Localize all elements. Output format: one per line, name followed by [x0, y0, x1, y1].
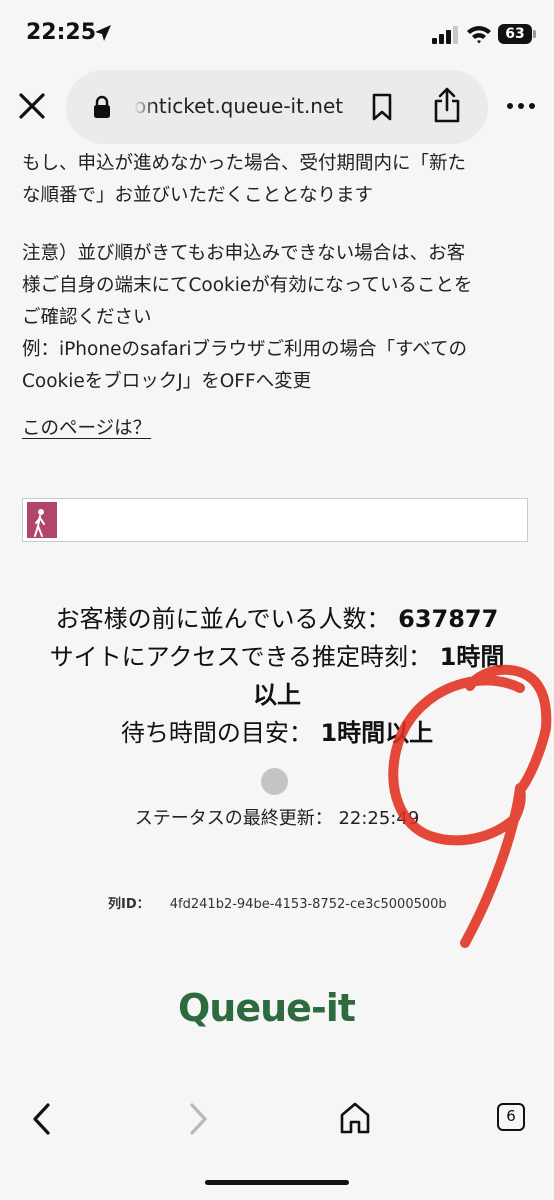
share-icon[interactable] — [432, 86, 462, 124]
lock-icon — [94, 95, 110, 118]
more-icon[interactable] — [506, 102, 536, 110]
notice-line: 例：iPhoneのsafariブラウザご利用の場合「すべての — [22, 339, 467, 360]
queue-id: 列ID： 4fd241b2-94be-4153-8752-ce3c5000500… — [108, 893, 447, 912]
wait-time-value: 1時間以上 — [320, 719, 434, 747]
forward-icon[interactable] — [186, 1101, 210, 1137]
bookmark-icon[interactable] — [370, 92, 394, 122]
last-update: ステータスの最終更新： 22:25:49 — [0, 804, 554, 830]
screen: 22:25 63 onticket.queue-it.net もし、申込が進めな… — [0, 0, 554, 1200]
home-icon[interactable] — [339, 1101, 371, 1135]
expected-access-label: サイトにアクセスできる推定時刻： — [49, 643, 432, 671]
back-icon[interactable] — [30, 1101, 54, 1137]
signal-icon — [432, 26, 458, 44]
expected-access-row: サイトにアクセスできる推定時刻： 1時間 — [0, 638, 554, 676]
expected-access-row-cont: 以上 — [0, 676, 554, 714]
wait-time-label: 待ち時間の目安： — [120, 719, 313, 747]
close-icon[interactable] — [16, 90, 48, 122]
last-update-label: ステータスの最終更新： — [134, 808, 333, 829]
wifi-icon — [467, 26, 491, 44]
status-time: 22:25 — [26, 20, 97, 45]
notice-line: もし、申込が進めなかった場合、受付期間内に「新た — [22, 153, 467, 174]
notice-line: 様ご自身の端末にてCookieが有効になっていることを — [22, 275, 473, 296]
notice-line: ご確認ください — [22, 307, 152, 328]
battery-nub — [533, 30, 536, 38]
queue-id-value: 4fd241b2-94be-4153-8752-ce3c5000500b — [169, 897, 447, 912]
notice-line: 注意）並び順がきてもお申込みできない場合は、お客 — [22, 243, 466, 264]
people-ahead-value: 637877 — [398, 605, 499, 633]
people-ahead-label: お客様の前に並んでいる人数： — [55, 605, 391, 633]
progress-fill — [27, 502, 57, 538]
expected-access-value: 1時間 — [439, 643, 505, 671]
tabs-button[interactable]: 6 — [497, 1103, 525, 1131]
notice-line: な順番で」お並びいただくこととなります — [22, 185, 373, 206]
location-arrow-icon — [95, 25, 111, 41]
walker-icon — [34, 509, 45, 537]
expected-access-value-cont: 以上 — [253, 681, 301, 709]
page-content: もし、申込が進めなかった場合、受付期間内に「新た な順番で」お並びいただくことと… — [0, 148, 554, 1083]
queue-it-logo: Queue-it — [178, 986, 356, 1030]
last-update-time: 22:25:49 — [338, 808, 420, 829]
battery-indicator: 63 — [498, 24, 532, 44]
home-indicator — [205, 1180, 349, 1185]
notice-paragraph-1: もし、申込が進めなかった場合、受付期間内に「新た な順番で」お並びいただくことと… — [22, 148, 534, 212]
status-bar: 22:25 63 — [0, 0, 554, 64]
url-text[interactable]: onticket.queue-it.net — [134, 94, 364, 124]
help-link[interactable]: このページは？ — [22, 414, 151, 440]
people-ahead-row: お客様の前に並んでいる人数： 637877 — [0, 600, 554, 638]
wait-time-row: 待ち時間の目安： 1時間以上 — [0, 714, 554, 752]
queue-status: お客様の前に並んでいる人数： 637877 サイトにアクセスできる推定時刻： 1… — [0, 600, 554, 752]
status-indicator-dot — [261, 768, 288, 795]
queue-progress-bar — [22, 498, 528, 542]
notice-paragraph-2: 注意）並び順がきてもお申込みできない場合は、お客 様ご自身の端末にてCookie… — [22, 238, 534, 398]
queue-id-label: 列ID： — [108, 897, 150, 912]
notice-line: CookieをブロックJ」をOFFへ変更 — [22, 371, 312, 392]
